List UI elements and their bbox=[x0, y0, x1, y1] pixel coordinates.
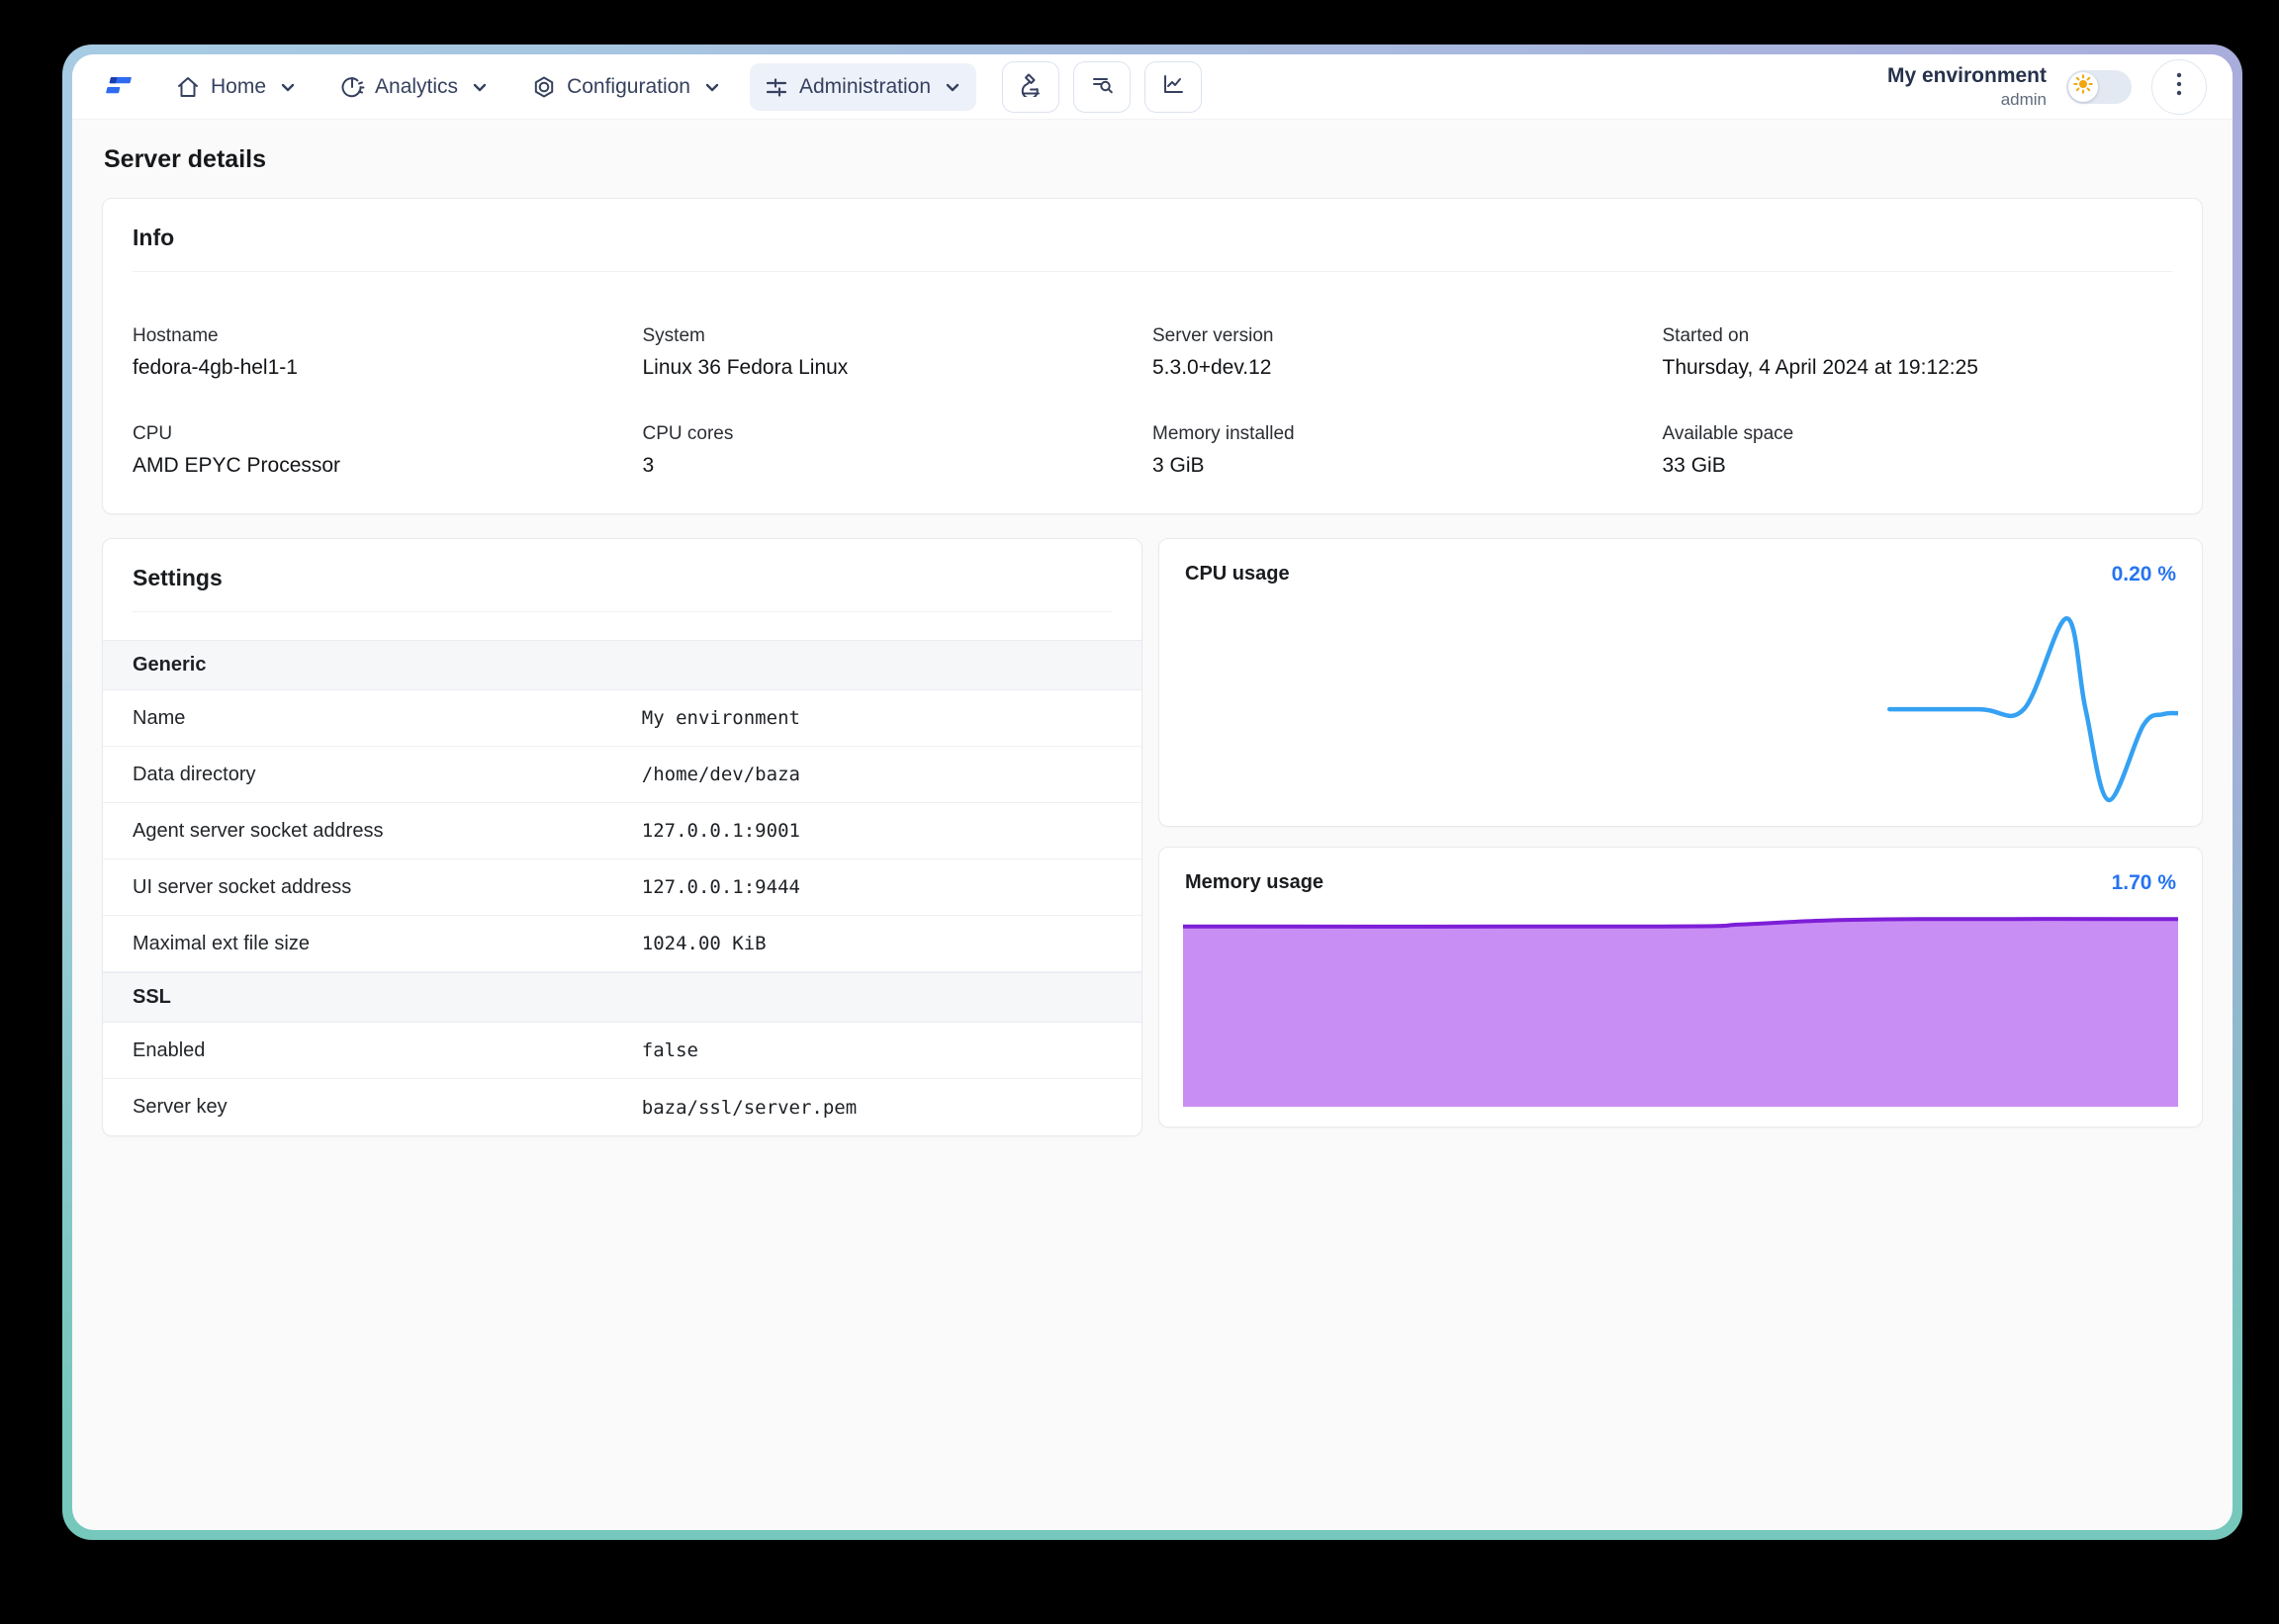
settings-section-ssl: SSL bbox=[103, 972, 1141, 1023]
theme-toggle[interactable] bbox=[2066, 69, 2132, 104]
info-field-cpu: CPU AMD EPYC Processor bbox=[133, 423, 341, 477]
analytics-icon bbox=[339, 74, 365, 100]
info-field-cpu-cores: CPU cores 3 bbox=[642, 423, 734, 477]
log-search-button[interactable] bbox=[1073, 60, 1132, 113]
nav-item-analytics[interactable]: Analytics bbox=[325, 63, 503, 111]
setting-row-ssl-enabled: Enabled false bbox=[103, 1023, 1141, 1079]
setting-row-name: Name My environment bbox=[103, 690, 1141, 747]
sun-icon bbox=[2072, 73, 2094, 100]
memory-usage-chart bbox=[1183, 913, 2178, 1107]
info-field-available-space: Available space 33 GiB bbox=[1662, 423, 1794, 477]
info-field-hostname: Hostname fedora-4gb-hel1-1 bbox=[133, 325, 298, 379]
home-icon bbox=[175, 74, 201, 100]
memory-usage-chart-fill bbox=[1183, 919, 2178, 1107]
nav-item-label: Administration bbox=[798, 74, 932, 98]
settings-card: Settings Generic Name My environment Dat… bbox=[102, 538, 1142, 1136]
settings-head: Settings bbox=[103, 565, 1141, 612]
info-field-server-version: Server version 5.3.0+dev.12 bbox=[1152, 325, 1274, 379]
cpu-usage-title: CPU usage bbox=[1185, 563, 1290, 585]
nav-item-label: Configuration bbox=[567, 74, 690, 98]
theme-toggle-thumb bbox=[2068, 71, 2098, 102]
main-content: Server details Info Hostname fedora-4gb-… bbox=[72, 120, 2233, 1530]
nav-item-home[interactable]: Home bbox=[161, 63, 312, 111]
chevron-down-icon bbox=[278, 77, 298, 97]
setting-row-max-ext-file-size: Maximal ext file size 1024.00 KiB bbox=[103, 916, 1141, 972]
user-role: admin bbox=[2000, 89, 2047, 109]
microscope-icon bbox=[1018, 71, 1044, 102]
memory-usage-value: 1.70 % bbox=[2111, 871, 2176, 894]
info-field-system: System Linux 36 Fedora Linux bbox=[642, 325, 849, 379]
sliders-icon bbox=[764, 74, 789, 100]
charts-column: CPU usage 0.20 % Memory usage 1.70 % bbox=[1158, 538, 2203, 1128]
more-menu-button[interactable] bbox=[2151, 58, 2207, 115]
cpu-usage-value: 0.20 % bbox=[2111, 563, 2176, 586]
nav-item-label: Analytics bbox=[375, 74, 459, 98]
app-surface: Home Analytics Configuration Administrat… bbox=[72, 54, 2233, 1530]
cpu-usage-chart bbox=[1183, 604, 2178, 806]
settings-section-generic: Generic bbox=[103, 640, 1141, 690]
info-field-started-on: Started on Thursday, 4 April 2024 at 19:… bbox=[1662, 325, 1979, 379]
nav-item-label: Home bbox=[211, 74, 267, 98]
top-navigation-bar: Home Analytics Configuration Administrat… bbox=[72, 54, 2233, 120]
memory-usage-card: Memory usage 1.70 % bbox=[1158, 847, 2203, 1128]
metrics-button[interactable] bbox=[1144, 60, 1203, 113]
line-chart-icon bbox=[1160, 71, 1186, 102]
divider bbox=[133, 271, 2172, 272]
cpu-usage-chart-path bbox=[1889, 618, 2178, 800]
info-card: Info Hostname fedora-4gb-hel1-1 System L… bbox=[102, 198, 2203, 514]
kebab-icon bbox=[2175, 70, 2183, 103]
cpu-usage-card: CPU usage 0.20 % bbox=[1158, 538, 2203, 827]
setting-row-server-key: Server key baza/ssl/server.pem bbox=[133, 1096, 858, 1119]
page-title: Server details bbox=[104, 145, 266, 173]
user-area: My environment admin bbox=[1887, 58, 2207, 115]
app-window: Home Analytics Configuration Administrat… bbox=[62, 45, 2242, 1540]
setting-row-data-directory: Data directory /home/dev/baza bbox=[103, 747, 1141, 803]
chevron-down-icon bbox=[470, 77, 490, 97]
info-field-memory-installed: Memory installed 3 GiB bbox=[1152, 423, 1295, 477]
configuration-icon bbox=[531, 74, 557, 100]
chevron-down-icon bbox=[702, 77, 722, 97]
microscope-button[interactable] bbox=[1002, 60, 1060, 113]
divider bbox=[133, 611, 1112, 612]
memory-usage-head: Memory usage 1.70 % bbox=[1185, 871, 2176, 895]
settings-and-charts-row: Settings Generic Name My environment Dat… bbox=[102, 538, 2203, 1136]
settings-table: Generic Name My environment Data directo… bbox=[103, 640, 1141, 1135]
cpu-usage-head: CPU usage 0.20 % bbox=[1185, 563, 2176, 586]
settings-card-title: Settings bbox=[133, 565, 223, 590]
toolbar-icon-buttons bbox=[1002, 60, 1203, 113]
environment-name: My environment bbox=[1886, 63, 2047, 87]
nav-item-administration[interactable]: Administration bbox=[749, 62, 977, 111]
info-card-title: Info bbox=[133, 225, 175, 250]
info-grid: Hostname fedora-4gb-hel1-1 System Linux … bbox=[133, 325, 2172, 478]
chevron-down-icon bbox=[943, 77, 962, 97]
nav-item-configuration[interactable]: Configuration bbox=[517, 63, 736, 111]
user-info: My environment admin bbox=[1887, 63, 2047, 111]
list-search-icon bbox=[1089, 71, 1115, 102]
setting-row-agent-socket: Agent server socket address 127.0.0.1:90… bbox=[103, 803, 1141, 859]
logo-icon[interactable] bbox=[100, 69, 136, 105]
memory-usage-title: Memory usage bbox=[1185, 871, 1324, 893]
setting-row-ui-socket: UI server socket address 127.0.0.1:9444 bbox=[103, 859, 1141, 916]
